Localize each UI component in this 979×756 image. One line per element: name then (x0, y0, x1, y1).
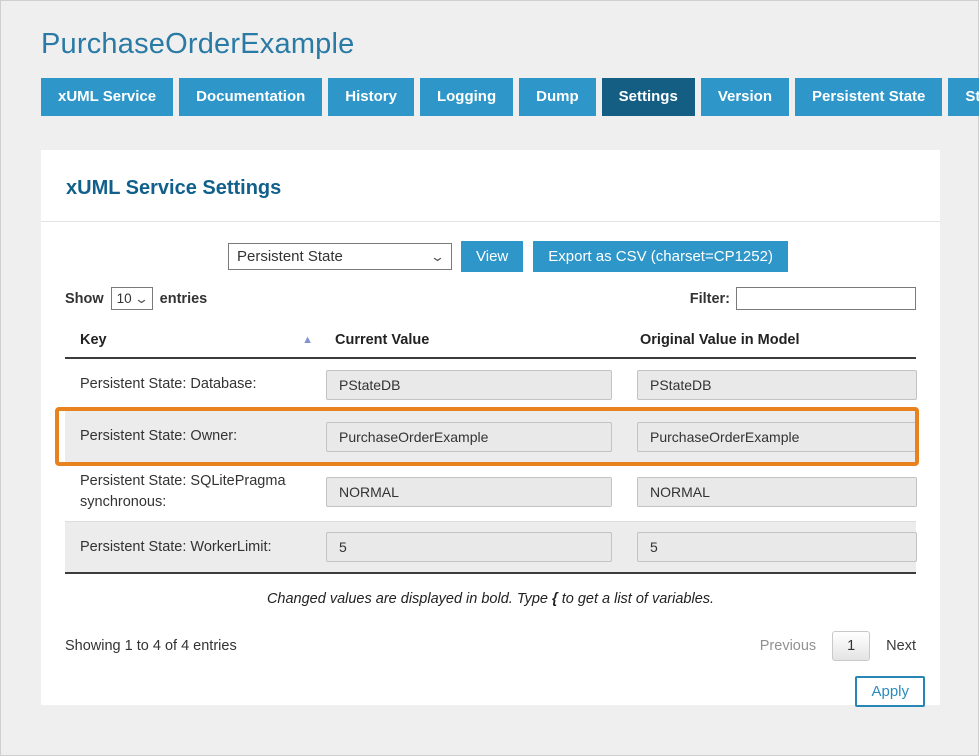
tab-documentation[interactable]: Documentation (179, 78, 322, 116)
tab-bar: xUML Service Documentation History Loggi… (41, 78, 938, 116)
table-row-sqlitepragma: Persistent State: SQLitePragma synchrono… (65, 463, 916, 522)
table-footer: Showing 1 to 4 of 4 entries Previous 1 N… (65, 631, 916, 661)
row-key-label: Persistent State: SQLitePragma synchrono… (65, 463, 326, 521)
tab-status[interactable]: Status (948, 78, 979, 116)
view-button[interactable]: View (461, 241, 523, 272)
sort-ascending-icon: ▲ (302, 334, 313, 346)
chevron-down-icon: ⌄ (134, 292, 149, 305)
page: PurchaseOrderExample xUML Service Docume… (1, 28, 978, 705)
changed-values-note: Changed values are displayed in bold. Ty… (41, 591, 940, 607)
divider (41, 221, 940, 222)
table-row-workerlimit: Persistent State: WorkerLimit: (65, 522, 916, 574)
original-value-input[interactable] (637, 370, 917, 400)
key-header-label: Key (80, 332, 107, 348)
tab-settings[interactable]: Settings (602, 78, 695, 116)
row-key-label: Persistent State: Database: (65, 366, 326, 403)
category-select[interactable]: Persistent State ⌄ (228, 243, 452, 270)
page-title: PurchaseOrderExample (41, 28, 938, 61)
show-label: Show (65, 291, 104, 307)
column-header-key[interactable]: Key ▲ (65, 332, 326, 348)
column-header-original-value[interactable]: Original Value in Model (637, 332, 916, 348)
entries-label: entries (160, 291, 208, 307)
settings-panel: xUML Service Settings Persistent State ⌄… (41, 150, 940, 705)
row-key-label: Persistent State: Owner: (65, 418, 326, 455)
table-row-owner: Persistent State: Owner: (65, 411, 916, 463)
table-header-row: Key ▲ Current Value Original Value in Mo… (65, 322, 916, 359)
previous-page-button[interactable]: Previous (760, 638, 816, 654)
filter-input[interactable] (736, 287, 916, 310)
next-page-button[interactable]: Next (886, 638, 916, 654)
show-entries-control: Show 10 ⌄ entries (65, 287, 207, 310)
tab-persistent-state[interactable]: Persistent State (795, 78, 942, 116)
apply-button[interactable]: Apply (855, 676, 925, 707)
original-value-input[interactable] (637, 532, 917, 562)
filter-control: Filter: (690, 287, 916, 310)
page-number-button[interactable]: 1 (832, 631, 870, 661)
page-length-value: 10 (117, 291, 132, 306)
tab-history[interactable]: History (328, 78, 414, 116)
showing-entries-text: Showing 1 to 4 of 4 entries (65, 638, 237, 654)
current-value-input[interactable] (326, 370, 612, 400)
table-body: Persistent State: Database: Persistent S… (65, 359, 916, 574)
page-length-select[interactable]: 10 ⌄ (111, 287, 153, 310)
pagination: Previous 1 Next (760, 631, 916, 661)
tab-logging[interactable]: Logging (420, 78, 513, 116)
chevron-down-icon: ⌄ (430, 250, 445, 263)
note-text: to get a list of variables. (558, 591, 714, 607)
current-value-input[interactable] (326, 477, 612, 507)
note-text: Changed values are displayed in bold. Ty… (267, 591, 552, 607)
panel-heading: xUML Service Settings (41, 150, 940, 200)
category-select-value: Persistent State (237, 248, 343, 265)
export-csv-button[interactable]: Export as CSV (charset=CP1252) (533, 241, 788, 272)
current-value-input[interactable] (326, 422, 612, 452)
original-value-input[interactable] (637, 477, 917, 507)
row-key-label: Persistent State: WorkerLimit: (65, 529, 326, 566)
tab-version[interactable]: Version (701, 78, 789, 116)
filter-label: Filter: (690, 291, 730, 307)
show-filter-row: Show 10 ⌄ entries Filter: (65, 287, 916, 310)
controls-row: Persistent State ⌄ View Export as CSV (c… (65, 241, 916, 272)
settings-table: Key ▲ Current Value Original Value in Mo… (65, 322, 916, 574)
tab-dump[interactable]: Dump (519, 78, 596, 116)
column-header-current-value[interactable]: Current Value (326, 332, 637, 348)
table-row-database: Persistent State: Database: (65, 359, 916, 411)
tab-xuml-service[interactable]: xUML Service (41, 78, 173, 116)
current-value-input[interactable] (326, 532, 612, 562)
apply-row: Apply (65, 676, 925, 707)
original-value-input[interactable] (637, 422, 917, 452)
